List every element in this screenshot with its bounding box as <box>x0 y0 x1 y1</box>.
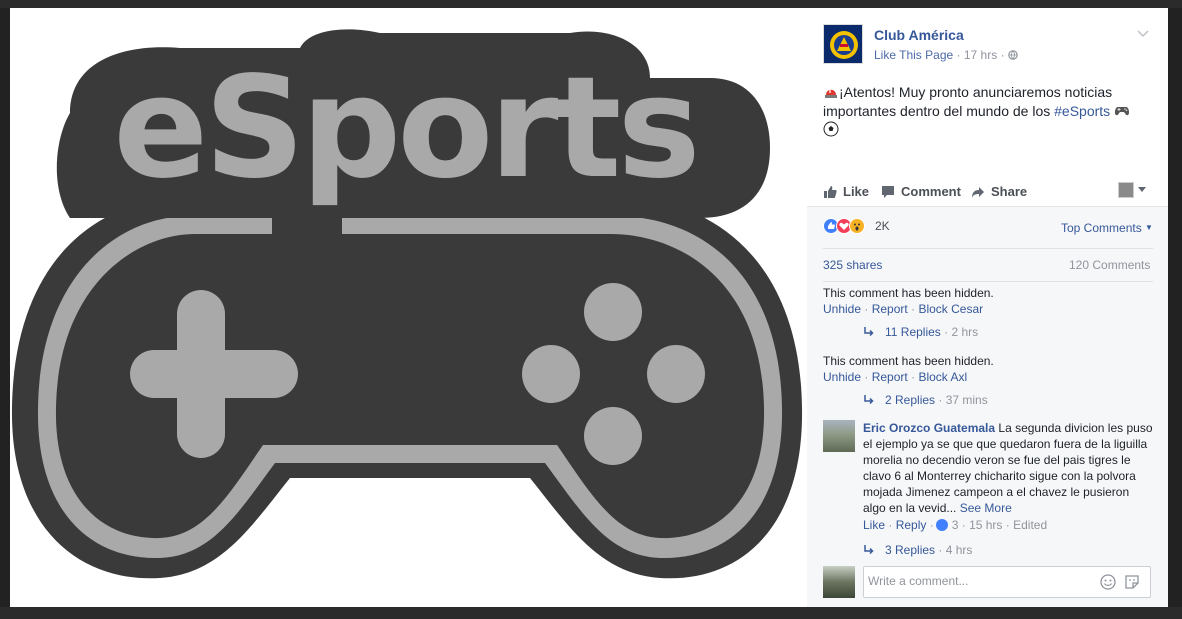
separator-dot: · <box>935 393 946 407</box>
separator-dot: · <box>885 518 896 532</box>
siren-emoji-icon <box>825 89 837 98</box>
soccer-ball-emoji-icon <box>823 121 839 137</box>
separator-dot: · <box>911 370 916 384</box>
divider <box>823 248 1153 249</box>
post-actions-bar: Like Comment Share <box>807 176 1168 207</box>
hidden-comment: This comment has been hidden. Unhide · R… <box>823 285 1153 317</box>
emoji-icon[interactable] <box>1100 574 1116 590</box>
replies-time: 37 mins <box>945 393 988 407</box>
hidden-comment-message: This comment has been hidden. <box>823 354 994 368</box>
club-crest-icon <box>830 31 858 59</box>
caret-down-icon: ▼ <box>1145 223 1153 232</box>
chevron-down-icon[interactable] <box>1136 26 1150 40</box>
sticker-icon[interactable] <box>1124 574 1140 590</box>
meta-separator: · <box>956 48 961 62</box>
unhide-link[interactable]: Unhide <box>823 302 861 316</box>
backdrop-bottom <box>0 607 1182 619</box>
post-message: ¡Atentos! Muy pronto anunciaremos notici… <box>823 83 1153 140</box>
comment-meta: Like · Reply · 3 · 15 hrs · Edited <box>863 518 1047 532</box>
reactions-count: 2K <box>875 219 890 233</box>
separator-dot: · <box>864 370 869 384</box>
comments-count[interactable]: 120 Comments <box>1069 258 1150 272</box>
viewer-avatar-mini[interactable] <box>1118 182 1134 198</box>
separator-dot: · <box>940 325 952 339</box>
wow-reaction-icon <box>849 218 865 234</box>
globe-icon <box>1008 50 1018 60</box>
divider <box>823 281 1153 282</box>
comment-edited[interactable]: Edited <box>1013 518 1047 532</box>
post-header: Club América Like This Page · 17 hrs · <box>823 24 1153 68</box>
backdrop-top <box>0 0 1182 8</box>
backdrop-left <box>0 8 10 607</box>
unhide-link[interactable]: Unhide <box>823 370 861 384</box>
comment-composer <box>823 566 1153 600</box>
replies-time: 4 hrs <box>945 543 973 557</box>
page-avatar[interactable] <box>823 24 863 64</box>
shares-count-link[interactable]: 325 shares <box>823 258 882 272</box>
separator-dot: · <box>958 518 970 532</box>
post-side-panel: Club América Like This Page · 17 hrs · ¡… <box>807 8 1168 607</box>
comment-input[interactable] <box>868 574 1098 588</box>
commenter-avatar[interactable] <box>823 420 855 452</box>
post-time[interactable]: 17 hrs <box>964 48 997 62</box>
share-arrow-icon <box>972 186 984 198</box>
view-replies-link[interactable]: 11 Replies · 2 hrs <box>863 325 978 339</box>
hidden-comment-actions: Unhide · Report · Block Axl <box>823 369 1153 385</box>
meta-separator-2: · <box>1000 48 1005 62</box>
comment-input-box[interactable] <box>863 566 1151 598</box>
reactions-summary[interactable]: 2K Top Comments ▼ <box>823 218 1153 240</box>
comment-time[interactable]: 15 hrs <box>969 518 1002 532</box>
hidden-comment: This comment has been hidden. Unhide · R… <box>823 353 1153 385</box>
comment-icon <box>882 185 894 198</box>
hidden-comment-actions: Unhide · Report · Block Cesar <box>823 301 1153 317</box>
block-link[interactable]: Block Cesar <box>918 302 983 316</box>
comment-author-link[interactable]: Eric Orozco Guatemala <box>863 421 995 435</box>
viewer-avatar <box>823 566 855 598</box>
share-label: Share <box>991 184 1028 199</box>
hashtag-link[interactable]: #eSports <box>1054 103 1110 119</box>
post-photo[interactable]: eSports <box>10 8 807 607</box>
esports-controller-image: eSports <box>11 29 803 579</box>
comment-likes-count[interactable]: 3 <box>952 518 959 532</box>
esports-title: eSports <box>113 47 696 210</box>
like-page-link[interactable]: Like This Page <box>874 48 953 62</box>
separator-dot: · <box>864 302 869 316</box>
share-button[interactable]: Share <box>971 184 1027 199</box>
reply-arrow-icon <box>864 545 874 555</box>
comment-like-link[interactable]: Like <box>863 518 885 532</box>
top-comments-label: Top Comments <box>1061 221 1142 235</box>
top-comments-dropdown[interactable]: Top Comments ▼ <box>1061 221 1153 235</box>
backdrop-right <box>1168 8 1182 607</box>
comment-button[interactable]: Comment <box>881 184 961 199</box>
block-link[interactable]: Block Axl <box>918 370 967 384</box>
thumbs-up-icon <box>824 185 837 198</box>
caret-down-icon[interactable] <box>1138 187 1146 192</box>
see-more-link[interactable]: See More <box>960 501 1012 515</box>
separator-dot: · <box>1002 518 1014 532</box>
replies-count: 11 Replies <box>885 325 941 339</box>
like-label: Like <box>843 184 870 199</box>
view-replies-link[interactable]: 3 Replies · 4 hrs <box>863 543 972 557</box>
like-button[interactable]: Like <box>823 184 869 199</box>
replies-count: 3 Replies <box>885 543 936 557</box>
comment-body: Eric Orozco Guatemala La segunda divicio… <box>863 420 1153 516</box>
view-replies-link[interactable]: 2 Replies · 37 mins <box>863 393 988 407</box>
post-meta: Like This Page · 17 hrs · <box>874 48 1018 62</box>
replies-time: 2 hrs <box>951 325 979 339</box>
reply-arrow-icon <box>864 327 874 337</box>
replies-count: 2 Replies <box>885 393 936 407</box>
report-link[interactable]: Report <box>872 370 908 384</box>
report-link[interactable]: Report <box>872 302 908 316</box>
hidden-comment-message: This comment has been hidden. <box>823 286 994 300</box>
comment-reply-link[interactable]: Reply <box>896 518 927 532</box>
separator-dot: · <box>926 518 934 532</box>
reply-arrow-icon <box>864 395 874 405</box>
comment-label: Comment <box>901 184 961 199</box>
page-name-link[interactable]: Club América <box>874 27 964 43</box>
gamepad-emoji-icon <box>1115 107 1130 116</box>
separator-dot: · <box>911 302 916 316</box>
separator-dot: · <box>935 543 946 557</box>
like-badge-icon <box>935 519 948 531</box>
